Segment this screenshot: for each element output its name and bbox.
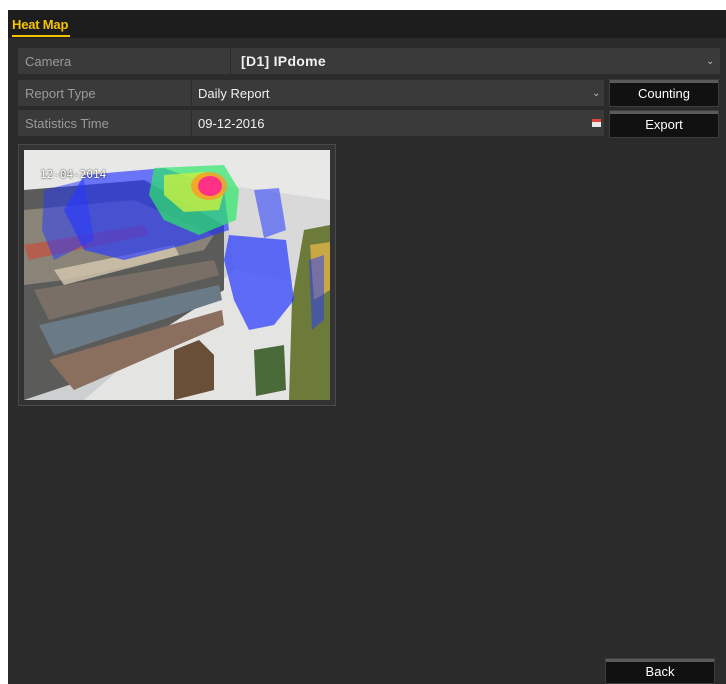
active-tab-underline xyxy=(12,35,70,37)
chevron-down-icon[interactable]: ⌄ xyxy=(706,48,714,74)
snapshot-osd-time: 12-04-2014 xyxy=(40,168,107,181)
chevron-down-icon[interactable]: ⌄ xyxy=(592,80,600,106)
export-button[interactable]: Export xyxy=(609,110,719,138)
heat-map-snapshot: 12-04-2014 xyxy=(24,150,330,400)
report-type-select[interactable]: Daily Report xyxy=(198,80,270,106)
camera-select[interactable]: [D1] IPdome xyxy=(241,48,326,74)
heat-map-window: Heat Map Camera [D1] IPdome ⌄ Report Typ… xyxy=(8,10,726,684)
divider xyxy=(191,110,192,136)
camera-label: Camera xyxy=(25,53,72,69)
report-type-label: Report Type xyxy=(25,85,96,101)
divider xyxy=(230,48,231,74)
heat-map-snapshot-frame: 12-04-2014 xyxy=(18,144,336,406)
report-type-row: Report Type Daily Report ⌄ xyxy=(18,80,604,106)
tab-bar: Heat Map xyxy=(8,10,726,38)
statistics-time-row: Statistics Time 09-12-2016 xyxy=(18,110,604,136)
camera-row: Camera [D1] IPdome ⌄ xyxy=(18,48,720,74)
statistics-time-label: Statistics Time xyxy=(25,115,109,131)
back-button-label: Back xyxy=(645,663,675,679)
statistics-time-input[interactable]: 09-12-2016 xyxy=(198,110,265,136)
calendar-icon[interactable] xyxy=(592,119,601,127)
button-highlight xyxy=(606,659,714,662)
store-camera-image xyxy=(24,150,330,400)
button-highlight xyxy=(610,111,718,114)
counting-button-label: Counting xyxy=(637,85,691,101)
counting-button[interactable]: Counting xyxy=(609,79,719,107)
tab-heat-map[interactable]: Heat Map xyxy=(12,17,68,32)
divider xyxy=(191,80,192,106)
button-highlight xyxy=(610,80,718,83)
back-button[interactable]: Back xyxy=(605,658,715,684)
export-button-label: Export xyxy=(645,116,683,132)
